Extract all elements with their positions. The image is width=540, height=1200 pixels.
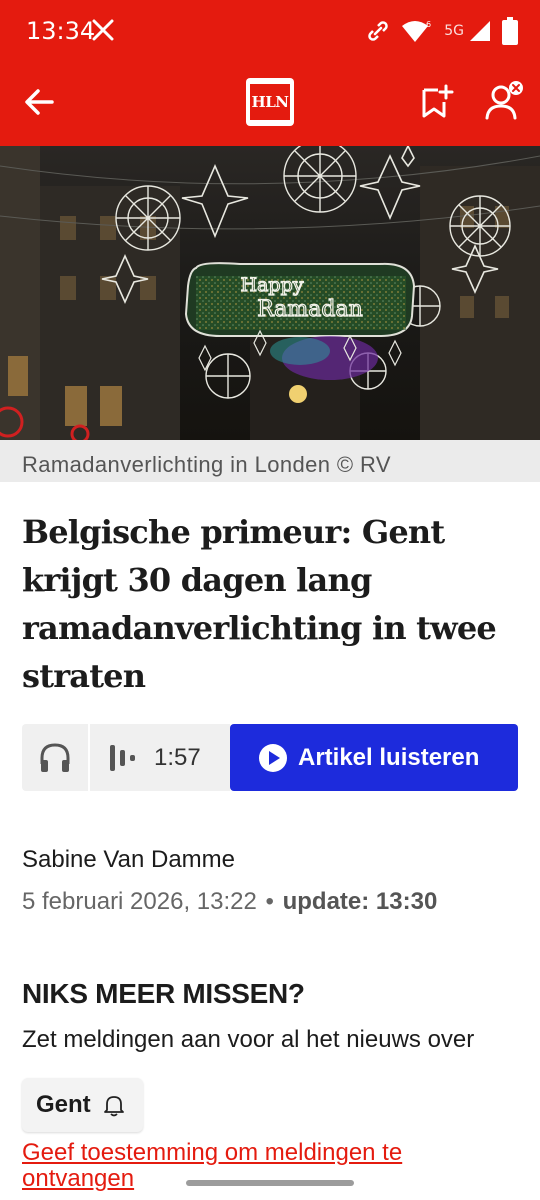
article-author[interactable]: Sabine Van Damme	[22, 846, 235, 874]
status-bar: 13:34 6 5G	[0, 0, 540, 62]
status-icons: 6 5G	[366, 14, 518, 48]
notify-text: Zet meldingen aan voor al het nieuws ove…	[22, 1026, 475, 1053]
audio-duration: 1:57	[90, 724, 230, 791]
bell-icon	[103, 1096, 124, 1117]
ramadan-lights-photo: Happy Ramadan	[0, 146, 540, 440]
hln-logo-text: HLN	[250, 84, 290, 120]
x-logo-icon	[92, 19, 114, 41]
profile-icon[interactable]	[484, 80, 524, 124]
audio-duration-text: 1:57	[154, 743, 201, 771]
app-bar: HLN	[0, 62, 540, 146]
publish-date: 5 februari 2026, 13:22	[22, 888, 257, 915]
notify-heading: NIKS MEER MISSEN?	[22, 978, 305, 1009]
sign-text-ramadan: Ramadan	[257, 297, 363, 322]
headphones-button[interactable]	[22, 724, 88, 791]
signal-icon	[470, 21, 490, 41]
battery-icon	[502, 17, 518, 45]
follow-topic-gent-button[interactable]: Gent	[22, 1078, 143, 1132]
image-caption: Ramadanverlichting in Londen © RV	[0, 440, 540, 482]
svg-text:6: 6	[426, 20, 431, 29]
listen-article-label: Artikel luisteren	[298, 743, 480, 771]
topic-label: Gent	[36, 1091, 91, 1118]
audio-player: 1:57 Artikel luisteren	[22, 724, 518, 791]
back-arrow-icon[interactable]	[22, 82, 58, 122]
gesture-bar[interactable]	[186, 1180, 354, 1186]
wifi-icon: 6	[402, 20, 431, 42]
update-time: update: 13:30	[282, 888, 438, 915]
bookmark-add-icon[interactable]	[418, 82, 454, 122]
hln-logo[interactable]: HLN	[246, 78, 294, 126]
sign-text-happy: Happy	[241, 274, 304, 296]
headphones-icon	[40, 742, 70, 772]
status-time: 13:34	[26, 17, 96, 45]
audio-waveform-icon	[110, 744, 135, 771]
article-headline: Belgische primeur: Gent krijgt 30 dagen …	[22, 513, 497, 695]
hero-image[interactable]: Happy Ramadan	[0, 146, 540, 440]
play-icon	[259, 743, 287, 772]
network-label: 5G	[444, 23, 464, 39]
article-dateline: 5 februari 2026, 13:22 • update: 13:30	[22, 888, 437, 916]
date-separator: •	[265, 888, 274, 915]
listen-article-button[interactable]: Artikel luisteren	[230, 724, 518, 791]
link-icon	[368, 21, 388, 41]
